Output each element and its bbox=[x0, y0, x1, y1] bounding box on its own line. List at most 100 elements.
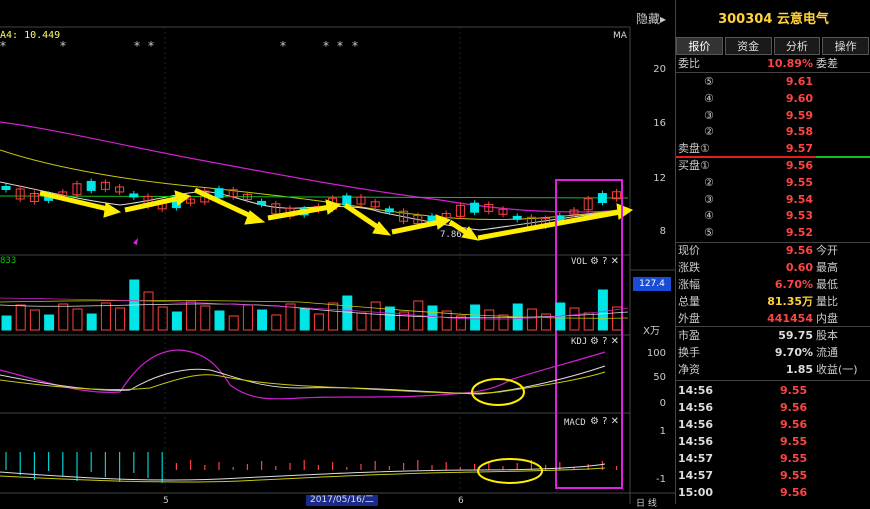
event-markers[interactable]: * * * * * * * * bbox=[0, 39, 358, 53]
vol-unit-label: X万 bbox=[643, 326, 660, 337]
tick-time: 14:57 bbox=[678, 452, 714, 465]
tab-operate[interactable]: 操作 bbox=[822, 37, 869, 55]
level-label: ② bbox=[704, 125, 714, 139]
volume-bar bbox=[356, 312, 367, 331]
level-price: 9.60 bbox=[785, 91, 813, 105]
bid-row[interactable]: ② 9.55 bbox=[676, 175, 870, 191]
stat-value: 1.85 bbox=[785, 363, 813, 376]
stat-value: 81.35万 bbox=[767, 295, 813, 308]
volume-bar bbox=[29, 309, 40, 331]
vol-indicator-label[interactable]: VOL bbox=[571, 257, 587, 267]
tick-price: 9.56 bbox=[780, 418, 808, 431]
volume-bar bbox=[200, 305, 211, 331]
volume-bars[interactable] bbox=[1, 279, 623, 331]
stat-row: 外盘 441454 内盘 bbox=[676, 311, 870, 327]
ask-row[interactable]: 卖盘① 9.57 bbox=[676, 141, 870, 157]
ma-tag: MA bbox=[613, 31, 627, 41]
volume-bar bbox=[526, 308, 537, 331]
volume-bar bbox=[15, 304, 26, 331]
bid-row[interactable]: ⑤ 9.52 bbox=[676, 225, 870, 241]
tab-quote[interactable]: 报价 bbox=[676, 37, 723, 55]
cursor-date-badge: 2017/05/16/二 bbox=[306, 495, 378, 506]
tick-time: 14:56 bbox=[678, 401, 714, 414]
level-price: 9.58 bbox=[785, 125, 813, 139]
level-price: 9.57 bbox=[785, 142, 813, 156]
volume-bar bbox=[271, 314, 282, 331]
svg-text:*: * bbox=[148, 39, 154, 53]
stat-right-label: 内盘 bbox=[816, 312, 838, 325]
ask-row[interactable]: ③ 9.59 bbox=[676, 108, 870, 124]
macd-indicator-label[interactable]: MACD bbox=[564, 418, 586, 428]
stat-right-label: 收益(一) bbox=[816, 363, 858, 376]
x-axis-label: 6 bbox=[458, 496, 464, 506]
stat-label: 净资 bbox=[678, 363, 700, 376]
tab-analysis[interactable]: 分析 bbox=[773, 37, 821, 55]
macd-axis-label: 1 bbox=[659, 426, 666, 437]
kdj-axis-label: 50 bbox=[653, 372, 666, 383]
level-price: 9.52 bbox=[785, 226, 813, 240]
weibi-row: 委比 10.89% 委差 bbox=[676, 56, 870, 72]
stat-value: 9.56 bbox=[785, 244, 813, 257]
ask-row[interactable]: ② 9.58 bbox=[676, 124, 870, 140]
chart-canvas[interactable]: * * * * * * * * bbox=[0, 0, 675, 504]
kdj-settings-icons[interactable]: ⚙ ? ✕ bbox=[590, 336, 619, 347]
tick-row: 15:00 9.56 bbox=[676, 485, 870, 501]
volume-bar bbox=[86, 313, 97, 331]
bid-row[interactable]: 买盘① 9.56 bbox=[676, 158, 870, 174]
price-axis-label: 12 bbox=[653, 173, 666, 184]
stat-label: 现价 bbox=[678, 244, 700, 257]
volume-bar bbox=[427, 305, 438, 331]
volume-bar bbox=[72, 308, 83, 331]
tab-funds[interactable]: 资金 bbox=[724, 37, 772, 55]
ask-row[interactable]: ⑤ 9.61 bbox=[676, 74, 870, 90]
level-price: 9.53 bbox=[785, 209, 813, 223]
volume-bar bbox=[171, 311, 182, 331]
ask-row[interactable]: ④ 9.60 bbox=[676, 91, 870, 107]
tick-row: 14:57 9.55 bbox=[676, 468, 870, 484]
level-label: ③ bbox=[704, 108, 714, 122]
stat-row: 换手 9.70% 流通 bbox=[676, 345, 870, 361]
bid-row[interactable]: ④ 9.53 bbox=[676, 208, 870, 224]
tick-time: 15:00 bbox=[678, 486, 714, 499]
stat-value: 6.70% bbox=[774, 278, 813, 291]
level-price: 9.54 bbox=[785, 192, 813, 206]
tick-time: 14:56 bbox=[678, 384, 714, 397]
vol-settings-icons[interactable]: ⚙ ? ✕ bbox=[590, 256, 619, 267]
stat-label: 总量 bbox=[678, 295, 700, 308]
svg-text:*: * bbox=[134, 39, 140, 53]
stat-right-label: 流通 bbox=[816, 346, 838, 359]
svg-text:*: * bbox=[337, 39, 343, 53]
vol-current-badge: 127.4 bbox=[633, 277, 671, 291]
kline-chart-area[interactable]: * * * * * * * * 隐藏▸ A4: 10.449 MA 20 16 … bbox=[0, 0, 675, 509]
svg-text:*: * bbox=[280, 39, 286, 53]
tick-price: 9.56 bbox=[780, 486, 808, 499]
period-label[interactable]: 日 线 bbox=[636, 496, 657, 509]
macd-settings-icons[interactable]: ⚙ ? ✕ bbox=[590, 416, 619, 427]
stat-right-label: 量比 bbox=[816, 295, 838, 308]
stat-row: 总量 81.35万 量比 bbox=[676, 294, 870, 310]
volume-bar bbox=[299, 308, 310, 331]
volume-bar bbox=[228, 315, 239, 331]
bid-ask-divider-green bbox=[816, 156, 870, 158]
bid-row[interactable]: ③ 9.54 bbox=[676, 192, 870, 208]
vol-value: 833 bbox=[0, 256, 17, 266]
kdj-indicator-label[interactable]: KDJ bbox=[571, 337, 587, 347]
tick-row: 14:56 9.55 bbox=[676, 383, 870, 399]
tick-row: 14:57 9.55 bbox=[676, 451, 870, 467]
low-price-marker: 7.86 bbox=[440, 230, 462, 240]
stat-right-label: 最低 bbox=[816, 278, 838, 291]
ma-line-magenta bbox=[0, 121, 629, 213]
volume-bar bbox=[242, 304, 253, 331]
tick-row: 14:56 9.55 bbox=[676, 434, 870, 450]
kdj-line-j bbox=[0, 349, 606, 400]
level-price: 9.59 bbox=[785, 108, 813, 122]
macd-axis-label: -1 bbox=[656, 474, 666, 485]
bid-ask-divider-red bbox=[676, 156, 816, 158]
tick-price: 9.55 bbox=[780, 452, 808, 465]
tick-price: 9.55 bbox=[780, 384, 808, 397]
tick-time: 14:56 bbox=[678, 418, 714, 431]
tick-price: 9.56 bbox=[780, 401, 808, 414]
hide-toggle-button[interactable]: 隐藏▸ bbox=[636, 10, 666, 27]
kdj-axis-label: 100 bbox=[646, 348, 666, 359]
tick-time: 14:56 bbox=[678, 435, 714, 448]
